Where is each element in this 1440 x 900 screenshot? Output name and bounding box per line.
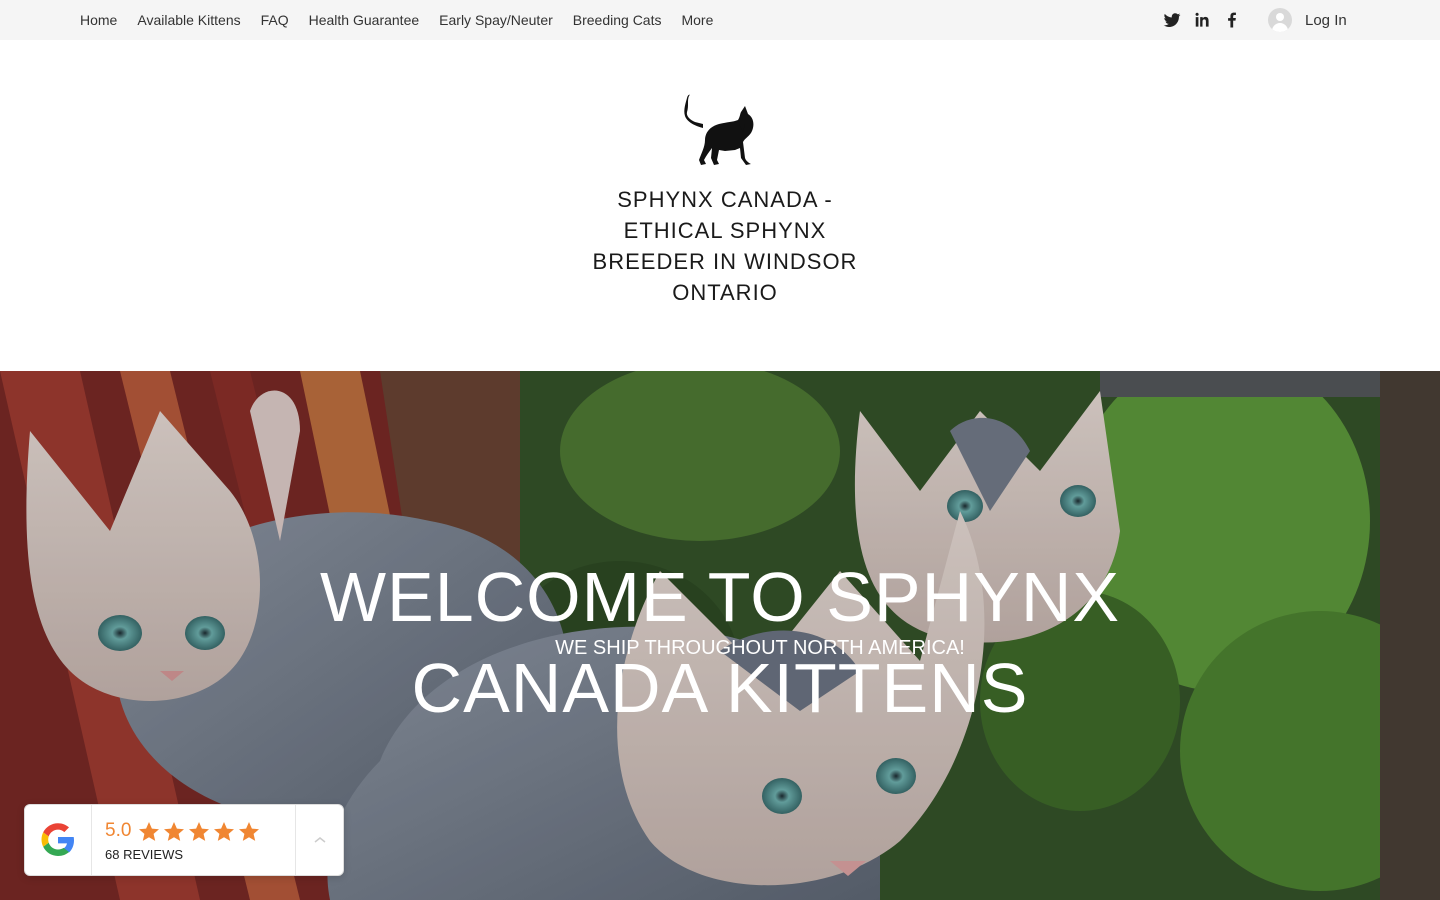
hero-title-line-1: WELCOME TO SPHYNX <box>319 558 1121 636</box>
star-icon <box>164 822 184 841</box>
main-nav: Home Available Kittens FAQ Health Guaran… <box>70 0 723 40</box>
site-title: SPHYNX CANADA - ETHICAL SPHYNX BREEDER I… <box>592 187 858 305</box>
star-icon <box>139 822 159 841</box>
social-links <box>1162 10 1242 30</box>
review-count: 68 REVIEWS <box>105 847 184 862</box>
chevron-up-icon <box>314 837 326 843</box>
nav-item-more[interactable]: More <box>671 0 723 40</box>
star-icon <box>239 822 259 841</box>
nav-item-available-kittens[interactable]: Available Kittens <box>127 0 250 40</box>
facebook-icon[interactable] <box>1222 10 1242 30</box>
google-logo-box <box>25 805 92 875</box>
rating-value: 5.0 <box>105 820 132 841</box>
star-icon <box>214 822 234 841</box>
nav-item-faq[interactable]: FAQ <box>251 0 299 40</box>
google-reviews-badge[interactable]: 5.0 68 REVIEWS <box>24 804 344 876</box>
nav-item-home[interactable]: Home <box>70 0 127 40</box>
twitter-icon[interactable] <box>1162 10 1182 30</box>
avatar-icon <box>1268 8 1292 32</box>
star-icon <box>189 822 209 841</box>
linkedin-icon[interactable] <box>1192 10 1212 30</box>
rating-stars <box>137 820 261 844</box>
expand-reviews-button[interactable] <box>295 805 343 875</box>
cat-logo[interactable] <box>683 84 761 166</box>
login-label: Log In <box>1305 11 1347 29</box>
hero-title-line-2: CANADA KITTENS <box>411 649 1029 727</box>
nav-item-health-guarantee[interactable]: Health Guarantee <box>299 0 430 40</box>
nav-item-breeding-cats[interactable]: Breeding Cats <box>563 0 672 40</box>
login-button[interactable]: Log In <box>1268 8 1347 32</box>
google-icon <box>41 823 74 856</box>
nav-item-early-spay-neuter[interactable]: Early Spay/Neuter <box>429 0 563 40</box>
top-navigation-bar: Home Available Kittens FAQ Health Guaran… <box>0 0 1440 40</box>
